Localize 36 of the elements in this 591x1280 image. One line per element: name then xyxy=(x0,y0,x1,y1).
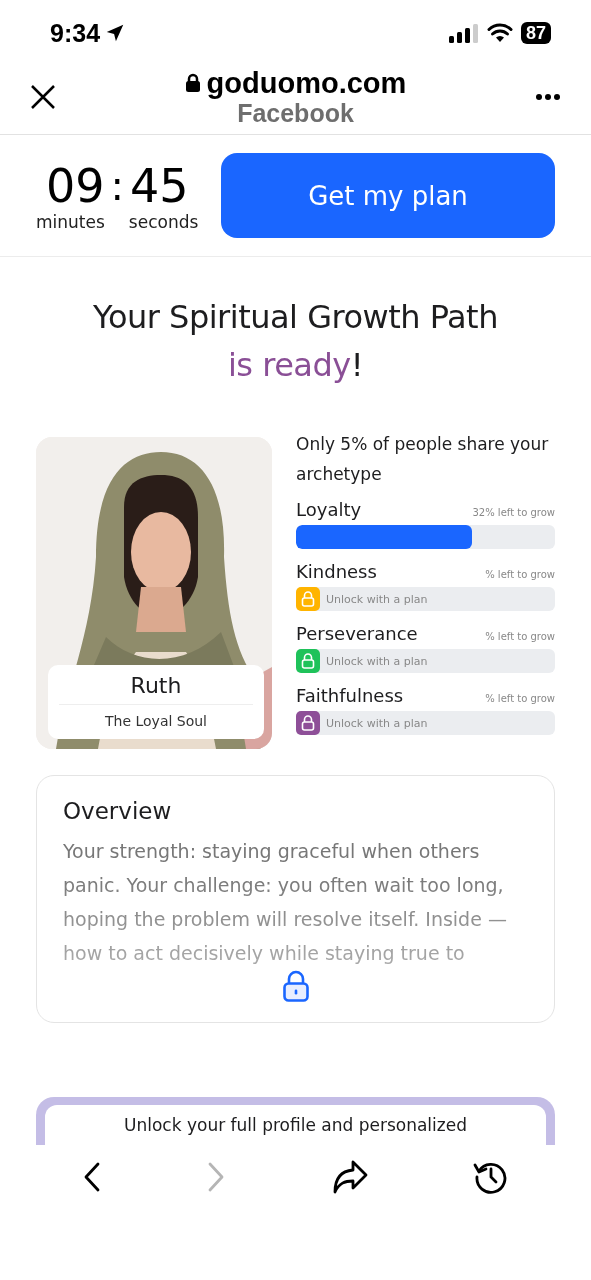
battery-indicator: 87 xyxy=(520,22,551,44)
trait-name: Loyalty xyxy=(296,499,362,520)
unlock-hint: Unlock with a plan xyxy=(326,592,428,606)
trait-name: Faithfulness xyxy=(296,685,404,706)
unlock-hint: Unlock with a plan xyxy=(326,654,428,668)
archetype-name: Ruth xyxy=(58,673,254,705)
get-plan-button[interactable]: Get my plan xyxy=(221,153,555,238)
signal-icon xyxy=(448,23,479,43)
archetype-subtitle: The Loyal Soul xyxy=(105,713,207,729)
trait-name: Kindness xyxy=(296,561,377,582)
more-icon[interactable] xyxy=(535,93,561,101)
minutes-label: minutes xyxy=(36,211,105,232)
timer-seconds: 45 xyxy=(129,159,189,212)
overview-title: Overview xyxy=(63,798,173,824)
timer-minutes: 09 xyxy=(45,159,105,212)
wifi-icon xyxy=(486,23,513,43)
headline-highlight: is ready xyxy=(227,345,351,386)
lock-icon xyxy=(184,73,201,93)
close-icon[interactable] xyxy=(30,84,56,110)
timer-separator: : xyxy=(110,161,124,211)
unlock-text: Unlock your full profile and personalized xyxy=(124,1115,467,1135)
lock-icon xyxy=(281,970,310,1002)
referrer-label: Facebook xyxy=(237,99,354,127)
trait-reading: % left to grow xyxy=(485,631,555,642)
trait-reading: 32% left to grow xyxy=(472,507,555,518)
archetype-note: Only 5% of people share your archetype xyxy=(296,433,550,486)
trait-reading: % left to grow xyxy=(485,693,555,704)
headline-exclamation: ! xyxy=(350,345,364,386)
headline-title: Your Spiritual Growth Path xyxy=(92,297,499,338)
site-domain: goduomo.com xyxy=(206,67,407,99)
trait-name: Perseverance xyxy=(296,623,418,644)
trait-reading: % left to grow xyxy=(485,569,555,580)
overview-text: Your strength: staying graceful when others panic. Your challenge: you often wait too long, hoping the problem will resolve itself. Inside — how to act decisively while staying true to xyxy=(63,839,508,966)
unlock-hint: Unlock with a plan xyxy=(326,716,428,730)
seconds-label: seconds xyxy=(128,211,199,232)
clock-time: 9:34 xyxy=(50,18,101,48)
